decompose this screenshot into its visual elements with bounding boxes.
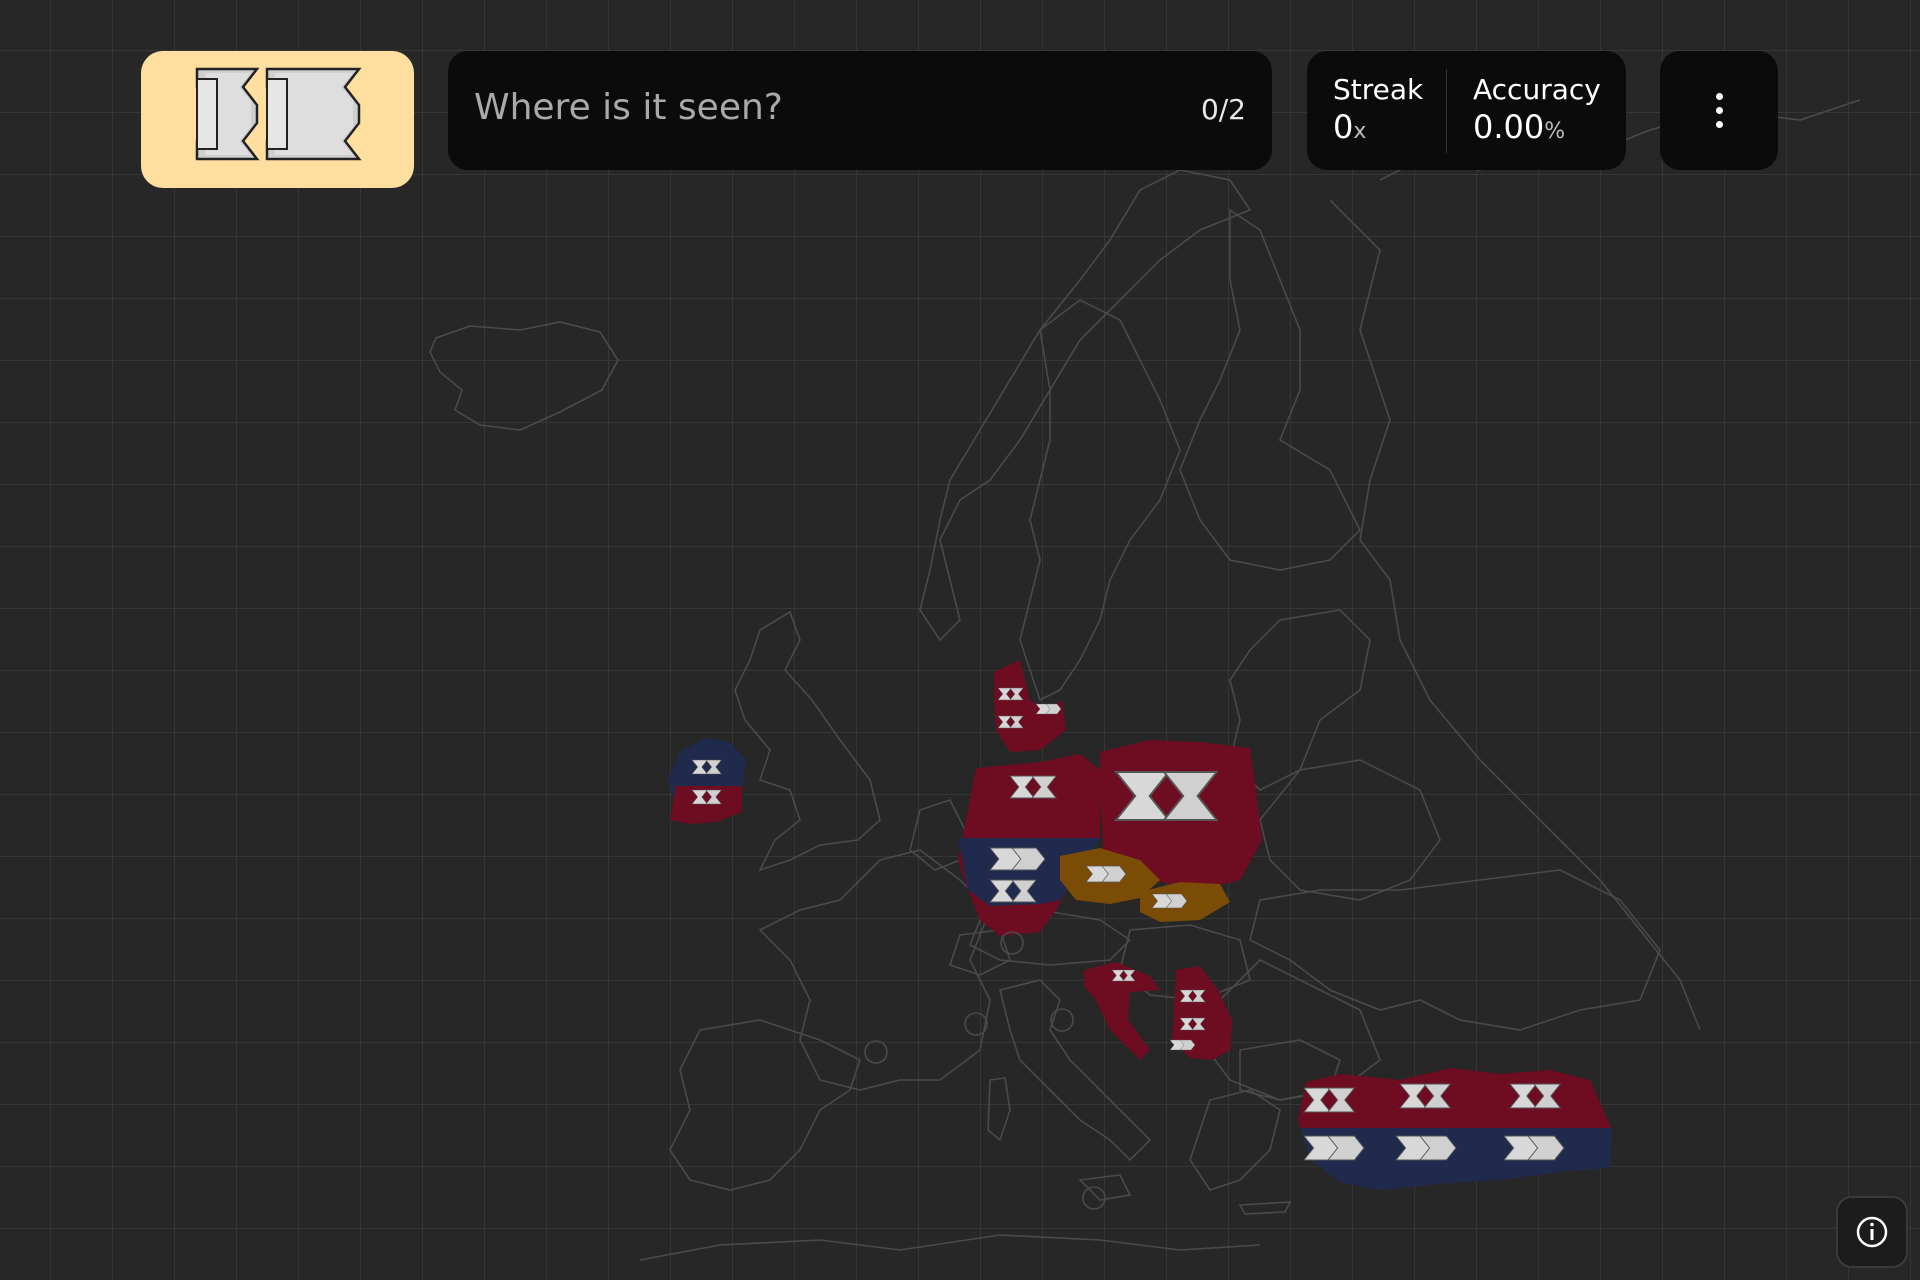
accuracy-label: Accuracy: [1473, 73, 1601, 106]
accuracy-stat: Accuracy 0.00%: [1473, 73, 1601, 152]
stats-panel: Streak 0x Accuracy 0.00%: [1307, 51, 1626, 170]
streak-label: Streak: [1333, 73, 1424, 106]
question-prompt: Where is it seen?: [474, 87, 783, 128]
question-progress: 0/2: [1200, 93, 1246, 126]
stats-divider: [1446, 69, 1447, 153]
streak-suffix: x: [1353, 119, 1367, 144]
more-menu-button[interactable]: [1660, 51, 1778, 170]
streak-value: 0: [1333, 108, 1354, 146]
streak-value-line: 0x: [1333, 107, 1423, 152]
accuracy-value-line: 0.00%: [1473, 107, 1601, 152]
info-icon: [1856, 1216, 1888, 1248]
accuracy-value: 0.00: [1473, 108, 1545, 146]
info-button[interactable]: [1836, 1196, 1908, 1268]
europe-map[interactable]: [0, 0, 1920, 1280]
sign-card: [141, 51, 414, 188]
streak-stat: Streak 0x: [1333, 73, 1423, 152]
accuracy-suffix: %: [1544, 119, 1566, 144]
question-panel: Where is it seen? 0/2: [448, 51, 1272, 170]
chevron-alignment-sign-icon: [195, 67, 362, 161]
map-grid: [0, 0, 1920, 1280]
